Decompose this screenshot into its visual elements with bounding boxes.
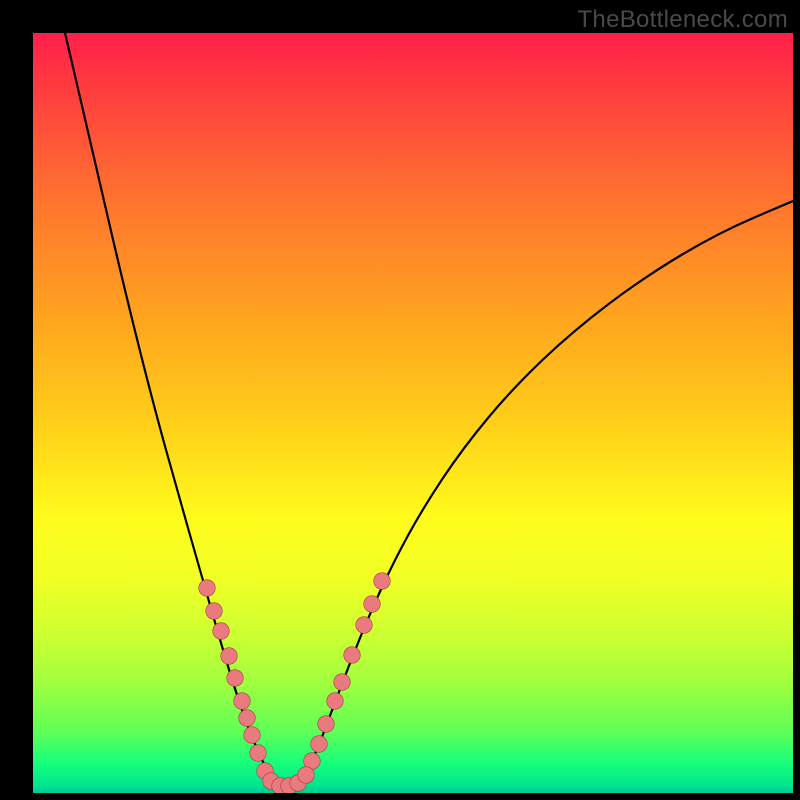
data-marker <box>344 647 361 664</box>
chart-frame: TheBottleneck.com <box>0 0 800 800</box>
data-marker <box>327 693 344 710</box>
chart-svg <box>33 33 793 793</box>
data-marker <box>374 573 391 590</box>
data-marker <box>250 745 267 762</box>
bottleneck-curve <box>65 33 793 786</box>
data-marker <box>364 596 381 613</box>
data-marker <box>213 623 230 640</box>
data-marker <box>356 617 373 634</box>
data-marker <box>234 693 251 710</box>
data-markers <box>199 573 391 793</box>
data-marker <box>311 736 328 753</box>
data-marker <box>298 767 315 784</box>
data-marker <box>227 670 244 687</box>
data-marker <box>199 580 216 597</box>
data-marker <box>334 674 351 691</box>
data-marker <box>244 727 261 744</box>
plot-gradient-area <box>33 33 793 793</box>
watermark-label: TheBottleneck.com <box>577 6 788 34</box>
data-marker <box>206 603 223 620</box>
data-marker <box>239 710 256 727</box>
data-marker <box>221 648 238 665</box>
data-marker <box>318 716 335 733</box>
